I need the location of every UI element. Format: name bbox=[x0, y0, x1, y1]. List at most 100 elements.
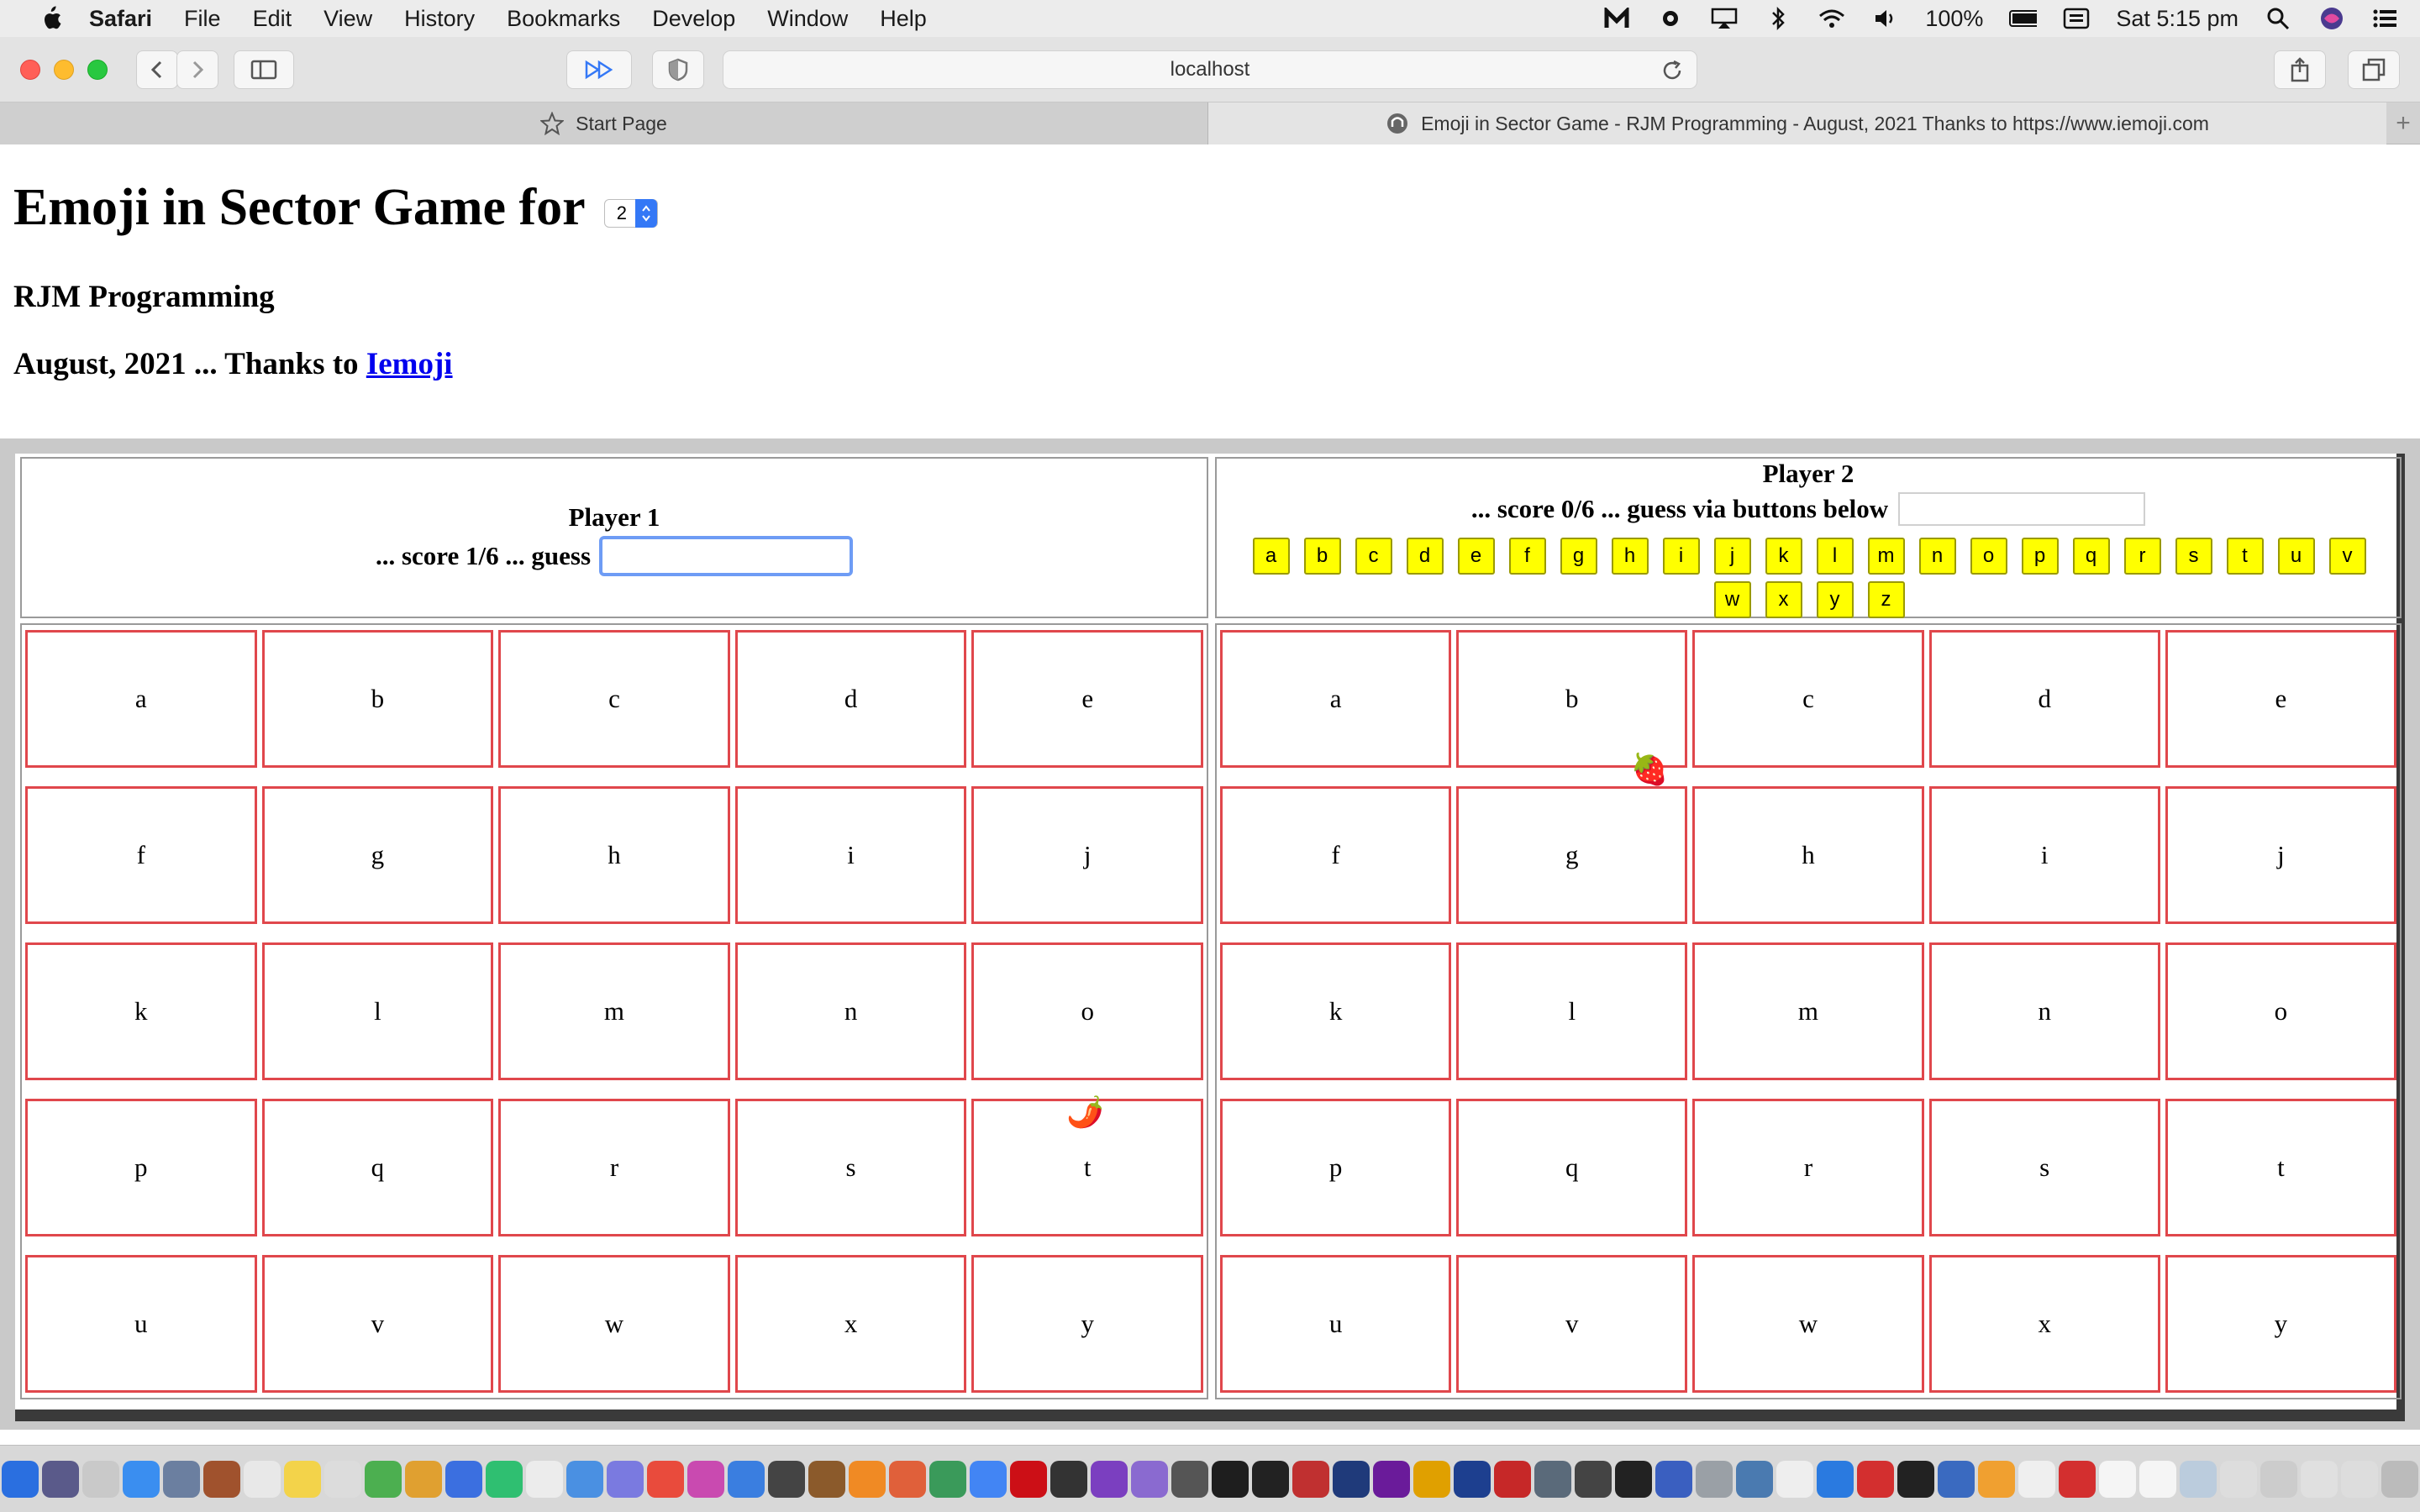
bluetooth-icon[interactable] bbox=[1764, 6, 1792, 31]
sector-cell[interactable]: d bbox=[1928, 630, 2160, 768]
close-window-button[interactable] bbox=[20, 60, 40, 80]
letter-button[interactable]: i bbox=[1662, 538, 1700, 575]
sector-cell[interactable]: n bbox=[1928, 942, 2160, 1080]
dock-app-icon[interactable] bbox=[1212, 1460, 1249, 1498]
sector-cell[interactable]: y bbox=[971, 1255, 1203, 1393]
letter-button[interactable]: h bbox=[1611, 538, 1649, 575]
dock-app-icon[interactable] bbox=[1413, 1460, 1450, 1498]
dock-app-icon[interactable] bbox=[1454, 1460, 1491, 1498]
letter-button[interactable]: t bbox=[2226, 538, 2264, 575]
dock-app-icon[interactable] bbox=[2099, 1460, 2136, 1498]
letter-button[interactable]: u bbox=[2277, 538, 2315, 575]
notification-center-icon[interactable] bbox=[2371, 6, 2400, 31]
siri-icon[interactable] bbox=[2317, 6, 2346, 31]
letter-button[interactable]: o bbox=[1970, 538, 2007, 575]
letter-button[interactable]: g bbox=[1560, 538, 1597, 575]
letter-button[interactable]: j bbox=[1713, 538, 1751, 575]
dock-app-icon[interactable] bbox=[2139, 1460, 2176, 1498]
dock-app-icon[interactable] bbox=[1010, 1460, 1047, 1498]
sector-cell[interactable]: t 🌶️ bbox=[971, 1095, 1203, 1236]
tab-emoji-game[interactable]: Emoji in Sector Game - RJM Programming -… bbox=[1208, 102, 2386, 144]
letter-button[interactable]: e bbox=[1457, 538, 1495, 575]
fullscreen-window-button[interactable] bbox=[87, 60, 108, 80]
menu-window[interactable]: Window bbox=[767, 6, 848, 32]
sector-cell[interactable]: p bbox=[1220, 1099, 1452, 1236]
dock-app-icon[interactable] bbox=[1736, 1460, 1773, 1498]
letter-button[interactable]: w bbox=[1713, 581, 1751, 618]
letter-button[interactable]: k bbox=[1765, 538, 1802, 575]
sector-cell[interactable]: b 🍓 bbox=[1456, 630, 1688, 786]
malwarebytes-icon[interactable] bbox=[1602, 6, 1631, 31]
dock-app-icon[interactable] bbox=[1534, 1460, 1571, 1498]
sector-cell[interactable]: u bbox=[25, 1255, 257, 1393]
dock-app-icon[interactable] bbox=[2018, 1460, 2055, 1498]
spotlight-search-icon[interactable] bbox=[2264, 6, 2292, 31]
sector-cell[interactable]: s bbox=[734, 1099, 967, 1236]
sector-cell[interactable]: t bbox=[2165, 1099, 2396, 1236]
dock-app-icon[interactable] bbox=[1494, 1460, 1531, 1498]
sector-cell[interactable]: u bbox=[1220, 1255, 1452, 1393]
dock-app-icon[interactable] bbox=[2059, 1460, 2096, 1498]
dock-app-icon[interactable] bbox=[324, 1460, 361, 1498]
dock-app-icon[interactable] bbox=[1978, 1460, 2015, 1498]
share-button[interactable] bbox=[2274, 50, 2326, 89]
sector-cell[interactable]: q bbox=[261, 1099, 494, 1236]
sector-cell[interactable]: h bbox=[1692, 786, 1924, 924]
privacy-report-button[interactable] bbox=[652, 50, 704, 89]
extension-button[interactable] bbox=[566, 50, 632, 89]
dock-app-icon[interactable] bbox=[1938, 1460, 1975, 1498]
dock-app-icon[interactable] bbox=[2180, 1460, 2217, 1498]
dock-app-icon[interactable] bbox=[1776, 1460, 1813, 1498]
sector-cell[interactable]: m bbox=[498, 942, 730, 1080]
dock-app-icon[interactable] bbox=[2301, 1460, 2338, 1498]
letter-button[interactable]: p bbox=[2021, 538, 2059, 575]
dock-app-icon[interactable] bbox=[2, 1460, 39, 1498]
dock-app-icon[interactable] bbox=[82, 1460, 119, 1498]
dock-app-icon[interactable] bbox=[889, 1460, 926, 1498]
sector-cell[interactable]: o bbox=[2165, 942, 2396, 1080]
iemoji-link[interactable]: Iemoji bbox=[366, 347, 453, 381]
dock-app-icon[interactable] bbox=[163, 1460, 200, 1498]
dock-app-icon[interactable] bbox=[970, 1460, 1007, 1498]
dock-app-icon[interactable] bbox=[647, 1460, 684, 1498]
dock-app-icon[interactable] bbox=[728, 1460, 765, 1498]
letter-button[interactable]: a bbox=[1252, 538, 1290, 575]
sector-cell[interactable]: d bbox=[734, 630, 967, 768]
tab-overview-button[interactable] bbox=[2348, 50, 2400, 89]
dock-app-icon[interactable] bbox=[1050, 1460, 1087, 1498]
sector-cell[interactable]: w bbox=[498, 1255, 730, 1393]
sector-cell[interactable]: r bbox=[1692, 1099, 1924, 1236]
volume-icon[interactable] bbox=[1871, 6, 1900, 31]
sector-cell[interactable]: e bbox=[971, 630, 1203, 768]
battery-icon[interactable] bbox=[2008, 6, 2038, 31]
sector-cell[interactable]: i bbox=[1928, 786, 2160, 924]
letter-button[interactable]: f bbox=[1508, 538, 1546, 575]
letter-button[interactable]: m bbox=[1867, 538, 1905, 575]
letter-button[interactable]: d bbox=[1406, 538, 1444, 575]
sector-cell[interactable]: n bbox=[734, 942, 967, 1080]
menubar-clock[interactable]: Sat 5:15 pm bbox=[2116, 6, 2238, 32]
sector-cell[interactable]: j bbox=[971, 786, 1203, 924]
sector-cell[interactable]: r bbox=[498, 1099, 730, 1236]
dock-app-icon[interactable] bbox=[1171, 1460, 1208, 1498]
dock-app-icon[interactable] bbox=[365, 1460, 402, 1498]
dock-app-icon[interactable] bbox=[405, 1460, 442, 1498]
dock-app-icon[interactable] bbox=[284, 1460, 321, 1498]
wifi-icon[interactable] bbox=[1818, 6, 1846, 31]
sector-cell[interactable]: b bbox=[261, 630, 494, 768]
minimize-window-button[interactable] bbox=[54, 60, 74, 80]
dock-app-icon[interactable] bbox=[123, 1460, 160, 1498]
new-tab-button[interactable]: + bbox=[2386, 102, 2420, 144]
dock-app-icon[interactable] bbox=[1131, 1460, 1168, 1498]
reload-icon[interactable] bbox=[1660, 58, 1685, 83]
sector-cell[interactable]: f bbox=[1220, 786, 1452, 924]
letter-button[interactable]: l bbox=[1816, 538, 1854, 575]
menu-develop[interactable]: Develop bbox=[652, 6, 735, 32]
dock-app-icon[interactable] bbox=[526, 1460, 563, 1498]
letter-button[interactable]: x bbox=[1765, 581, 1802, 618]
dock-app-icon[interactable] bbox=[2260, 1460, 2297, 1498]
dock-app-icon[interactable] bbox=[1897, 1460, 1934, 1498]
letter-button[interactable]: n bbox=[1918, 538, 1956, 575]
sector-cell[interactable]: v bbox=[261, 1255, 494, 1393]
letter-button[interactable]: q bbox=[2072, 538, 2110, 575]
